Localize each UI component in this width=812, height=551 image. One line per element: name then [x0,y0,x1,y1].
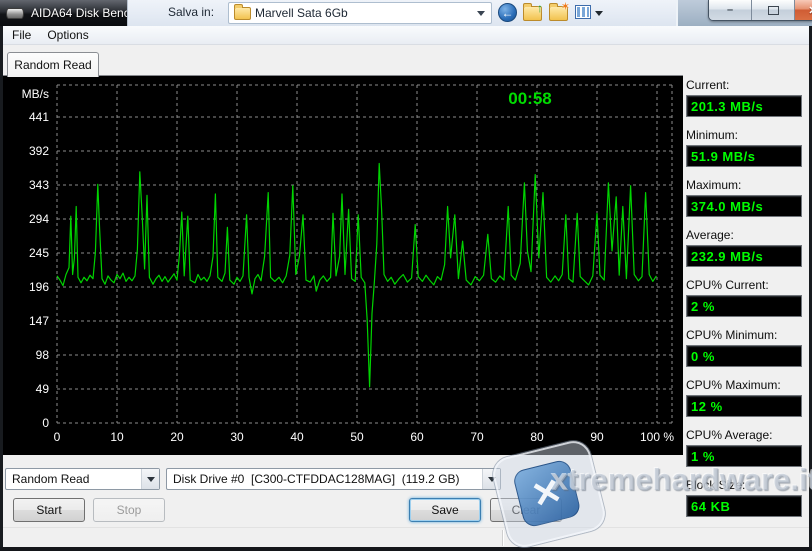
stat-label-cpu-maximum: CPU% Maximum: [686,378,781,392]
back-button[interactable]: ← [498,3,517,22]
stat-value-maximum: 374.0 MB/s [686,195,802,217]
clear-button[interactable]: Clear [490,498,562,522]
aida64-disk-benchmark-window: { "window": { "title": "AIDA64 Disk Benc… [0,0,812,551]
drive-combobox[interactable]: Disk Drive #0 [C300-CTFDDAC128MAG] (119.… [166,468,501,490]
x-axis-tick-label: 80 [530,430,544,444]
stat-value-cpu-current: 2 % [686,295,802,317]
up-one-level-button[interactable]: ↑ [523,1,543,21]
test-type-combobox[interactable]: Random Read [5,468,160,490]
up-arrow-icon: ↑ [537,1,543,15]
y-axis-tick-label: 294 [29,212,49,226]
x-axis-tick-label: 0 [54,430,61,444]
x-axis-tick-label: 30 [230,430,244,444]
close-button[interactable]: ✕ [795,0,812,20]
minimize-button[interactable]: – [709,0,752,20]
status-bar-separator [502,530,503,546]
y-axis-tick-label: 49 [36,382,50,396]
stats-panel: Current: 201.3 MB/s Minimum: 51.9 MB/s M… [686,78,806,528]
stat-value-minimum: 51.9 MB/s [686,145,802,167]
chevron-down-icon[interactable] [141,469,159,489]
x-axis-tick-label: 100 % [640,430,674,444]
y-axis-tick-label: 343 [29,178,49,192]
chart-line [56,162,657,388]
stat-value-cpu-average: 1 % [686,445,802,467]
y-axis-tick-label: 147 [29,314,49,328]
y-axis-tick-label: 245 [29,246,49,260]
save-location-combobox[interactable]: Marvell Sata 6Gb [228,2,492,24]
x-axis-tick-label: 10 [110,430,124,444]
x-axis-tick-label: 90 [590,430,604,444]
save-location-value: Marvell Sata 6Gb [255,6,348,20]
view-menu-button[interactable] [575,5,591,19]
menu-options[interactable]: Options [39,26,96,44]
caption-buttons: – ✕ [708,0,812,21]
stat-label-minimum: Minimum: [686,128,739,142]
x-axis-tick-label: 60 [410,430,424,444]
y-axis-tick-label: 392 [29,144,49,158]
y-axis-tick-label: 441 [29,110,49,124]
y-axis-title: MB/s [22,87,49,101]
stat-value-cpu-maximum: 12 % [686,395,802,417]
y-axis-tick-label: 196 [29,280,49,294]
start-button[interactable]: Start [13,498,85,522]
hard-disk-icon [6,7,24,19]
stat-value-block-size: 64 KB [686,495,802,517]
x-axis-tick-label: 20 [170,430,184,444]
stat-label-current: Current: [686,78,730,92]
stop-button: Stop [93,498,165,522]
chevron-down-icon[interactable] [595,11,603,16]
status-bar [3,527,809,548]
x-axis-tick-label: 40 [290,430,304,444]
stat-label-cpu-average: CPU% Average: [686,428,773,442]
y-axis-tick-label: 0 [42,416,49,430]
x-axis-tick-label: 70 [470,430,484,444]
save-dialog-toolbar: Salva in: Marvell Sata 6Gb ← ↑ ✶ [127,0,677,26]
stat-value-average: 232.9 MB/s [686,245,802,267]
maximize-button[interactable] [752,0,795,20]
stat-label-block-size: Block Size: [686,478,746,492]
save-in-label: Salva in: [168,5,215,19]
tab-random-read[interactable]: Random Read [7,52,99,77]
stat-label-cpu-current: CPU% Current: [686,278,769,292]
save-button[interactable]: Save [409,498,481,522]
benchmark-chart: 0 49 98 147 196 245 294 343 392 441 0 10 20 30 40 50 60 7… [3,75,683,455]
test-type-value: Random Read [12,472,90,486]
views-grid-icon [577,7,589,17]
sparkle-icon: ✶ [560,1,570,13]
chevron-down-icon [477,11,485,16]
stat-label-maximum: Maximum: [686,178,742,192]
chevron-down-icon[interactable] [482,469,500,489]
stat-value-current: 201.3 MB/s [686,95,802,117]
stat-value-cpu-minimum: 0 % [686,345,802,367]
dialog-caption-area: – ✕ [676,0,812,26]
drive-value: Disk Drive #0 [C300-CTFDDAC128MAG] (119.… [173,472,460,486]
menu-bar: File Options [0,26,812,45]
folder-icon [234,4,251,20]
elapsed-timer: 00:58 [508,89,551,108]
titlebar[interactable]: AIDA64 Disk Bench [0,0,127,26]
y-axis-tick-label: 98 [36,348,50,362]
maximize-icon [767,5,779,15]
x-axis-tick-label: 50 [350,430,364,444]
stat-label-average: Average: [686,228,734,242]
window-border-bottom [0,547,812,551]
window-title: AIDA64 Disk Bench [31,6,127,20]
chart-canvas: 0 49 98 147 196 245 294 343 392 441 0 10 20 30 40 50 60 7… [22,84,674,444]
stat-label-cpu-minimum: CPU% Minimum: [686,328,778,342]
new-folder-button[interactable]: ✶ [549,1,570,21]
menu-file[interactable]: File [4,26,39,44]
